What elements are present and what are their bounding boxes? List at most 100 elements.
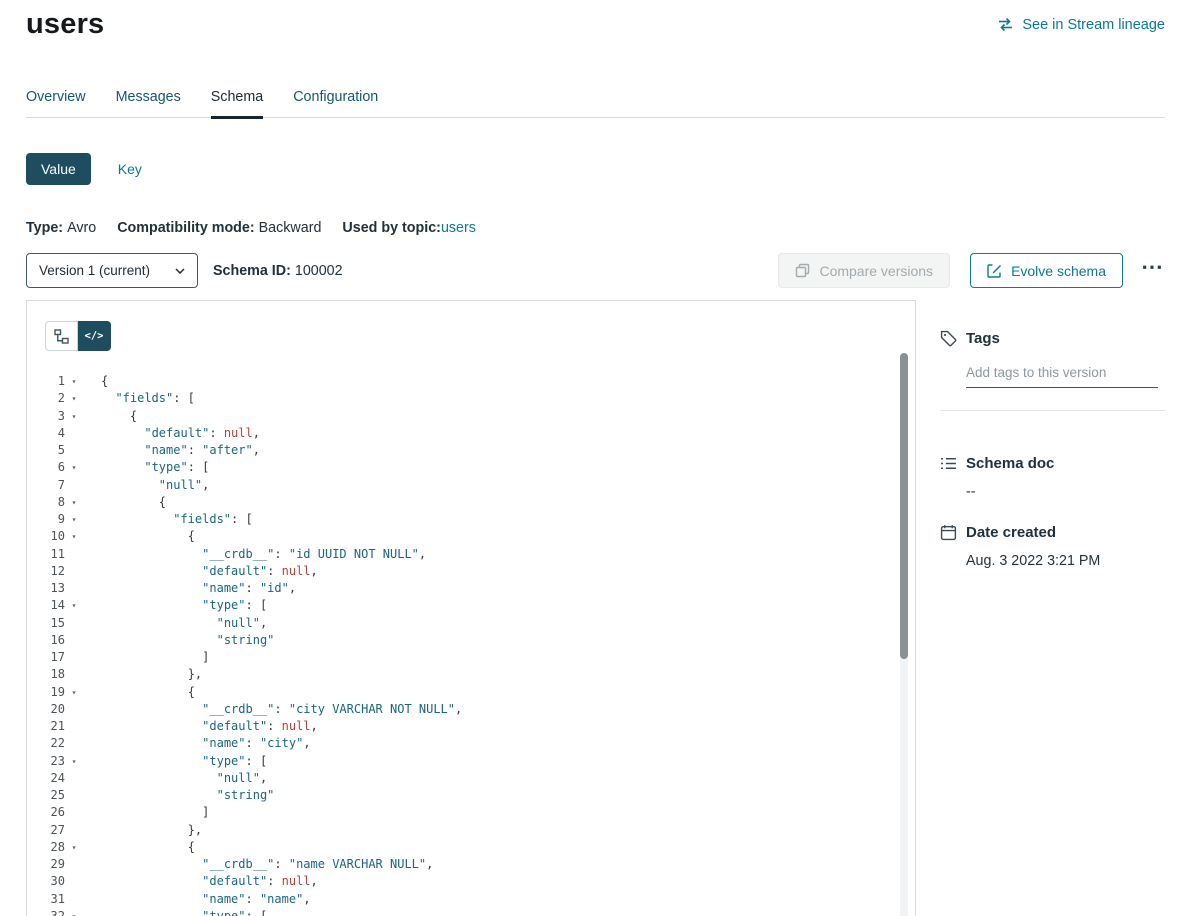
fold-toggle-icon[interactable]: ▾ bbox=[65, 459, 83, 476]
fold-spacer bbox=[65, 580, 83, 597]
code-line: 24 "null", bbox=[27, 770, 893, 787]
schema-page: users See in Stream lineage Overview Mess… bbox=[0, 0, 1189, 916]
line-number: 24 bbox=[27, 770, 65, 787]
date-created-header: Date created bbox=[940, 524, 1165, 541]
tab-messages[interactable]: Messages bbox=[116, 89, 181, 117]
used-by-topic-label: Used by topic: bbox=[342, 220, 441, 236]
editor-view-toggle: </> bbox=[45, 321, 111, 351]
code-line: 14▾"type": [ bbox=[27, 597, 893, 614]
code-line: 12"default": null, bbox=[27, 563, 893, 580]
code-line: 13"name": "id", bbox=[27, 580, 893, 597]
code-line: 1▾{ bbox=[27, 373, 893, 390]
main-content: </> 1▾{2▾"fields": [3▾{4"default": null,… bbox=[26, 300, 1165, 916]
type-value: Avro bbox=[67, 220, 96, 236]
value-key-toggle: Value Key bbox=[26, 153, 142, 185]
tree-view-button[interactable] bbox=[45, 321, 78, 351]
code-line: 20"__crdb__": "city VARCHAR NOT NULL", bbox=[27, 701, 893, 718]
code-text: ] bbox=[101, 649, 209, 666]
version-select-value: Version 1 (current) bbox=[39, 263, 150, 278]
tab-overview[interactable]: Overview bbox=[26, 89, 86, 117]
fold-spacer bbox=[65, 563, 83, 580]
value-toggle-button[interactable]: Value bbox=[26, 153, 91, 185]
fold-spacer bbox=[65, 735, 83, 752]
fold-spacer bbox=[65, 666, 83, 683]
fold-toggle-icon[interactable]: ▾ bbox=[65, 839, 83, 856]
date-created-title: Date created bbox=[966, 524, 1056, 541]
compare-versions-button[interactable]: Compare versions bbox=[778, 253, 950, 288]
code-text: "type": [ bbox=[101, 597, 267, 614]
fold-toggle-icon[interactable]: ▾ bbox=[65, 511, 83, 528]
code-line: 8▾{ bbox=[27, 494, 893, 511]
code-line: 26] bbox=[27, 804, 893, 821]
more-options-button[interactable]: ⋯ bbox=[1139, 256, 1165, 286]
list-icon bbox=[940, 455, 957, 472]
fold-toggle-icon[interactable]: ▾ bbox=[65, 684, 83, 701]
line-number: 9 bbox=[27, 511, 65, 528]
fold-spacer bbox=[65, 477, 83, 494]
code-text: "__crdb__": "id UUID NOT NULL", bbox=[101, 546, 426, 563]
fold-spacer bbox=[65, 649, 83, 666]
code-text: "null", bbox=[101, 770, 267, 787]
code-text: "string" bbox=[101, 787, 274, 804]
line-number: 21 bbox=[27, 718, 65, 735]
code-view-button[interactable]: </> bbox=[78, 321, 111, 351]
fold-toggle-icon[interactable]: ▾ bbox=[65, 753, 83, 770]
fold-spacer bbox=[65, 804, 83, 821]
fold-toggle-icon[interactable]: ▾ bbox=[65, 908, 83, 916]
tags-title: Tags bbox=[966, 330, 1000, 347]
code-line: 31"name": "name", bbox=[27, 891, 893, 908]
code-line: 19▾{ bbox=[27, 684, 893, 701]
code-line: 3▾{ bbox=[27, 408, 893, 425]
meta-topic: Used by topic:users bbox=[342, 220, 475, 236]
fold-toggle-icon[interactable]: ▾ bbox=[65, 408, 83, 425]
tab-schema[interactable]: Schema bbox=[211, 89, 263, 117]
code-line: 11"__crdb__": "id UUID NOT NULL", bbox=[27, 546, 893, 563]
line-number: 29 bbox=[27, 856, 65, 873]
fold-toggle-icon[interactable]: ▾ bbox=[65, 528, 83, 545]
code-line: 18}, bbox=[27, 666, 893, 683]
line-number: 20 bbox=[27, 701, 65, 718]
fold-toggle-icon[interactable]: ▾ bbox=[65, 373, 83, 390]
code-text: }, bbox=[101, 822, 202, 839]
code-text: { bbox=[101, 839, 195, 856]
schema-code[interactable]: 1▾{2▾"fields": [3▾{4"default": null,5"na… bbox=[27, 373, 893, 916]
fold-toggle-icon[interactable]: ▾ bbox=[65, 494, 83, 511]
editor-scrollbar[interactable] bbox=[900, 353, 908, 916]
code-text: { bbox=[101, 684, 195, 701]
stream-lineage-icon bbox=[997, 16, 1014, 33]
key-toggle-button[interactable]: Key bbox=[118, 161, 142, 177]
fold-spacer bbox=[65, 701, 83, 718]
fold-toggle-icon[interactable]: ▾ bbox=[65, 390, 83, 407]
code-text: "name": "id", bbox=[101, 580, 296, 597]
type-label: Type: bbox=[26, 220, 63, 236]
code-line: 5"name": "after", bbox=[27, 442, 893, 459]
code-text: "type": [ bbox=[101, 459, 209, 476]
evolve-schema-button[interactable]: Evolve schema bbox=[970, 253, 1123, 288]
fold-spacer bbox=[65, 873, 83, 890]
line-number: 5 bbox=[27, 442, 65, 459]
line-number: 31 bbox=[27, 891, 65, 908]
code-line: 10▾{ bbox=[27, 528, 893, 545]
fold-spacer bbox=[65, 770, 83, 787]
line-number: 26 bbox=[27, 804, 65, 821]
tab-bar: Overview Messages Schema Configuration bbox=[26, 89, 1165, 118]
schema-doc-value: -- bbox=[966, 484, 1165, 500]
line-number: 30 bbox=[27, 873, 65, 890]
code-line: 15"null", bbox=[27, 615, 893, 632]
line-number: 16 bbox=[27, 632, 65, 649]
topic-link[interactable]: users bbox=[441, 220, 476, 236]
editor-scrollbar-thumb[interactable] bbox=[900, 353, 908, 659]
add-tags-input[interactable] bbox=[966, 361, 1158, 388]
version-select[interactable]: Version 1 (current) bbox=[26, 253, 198, 288]
fold-spacer bbox=[65, 822, 83, 839]
code-text: "type": [ bbox=[101, 753, 267, 770]
code-text: "name": "city", bbox=[101, 735, 311, 752]
fold-toggle-icon[interactable]: ▾ bbox=[65, 597, 83, 614]
code-text: "default": null, bbox=[101, 563, 318, 580]
compatibility-label: Compatibility mode: bbox=[117, 220, 254, 236]
code-line: 7"null", bbox=[27, 477, 893, 494]
line-number: 8 bbox=[27, 494, 65, 511]
tab-configuration[interactable]: Configuration bbox=[293, 89, 378, 117]
compatibility-value: Backward bbox=[259, 220, 322, 236]
stream-lineage-link[interactable]: See in Stream lineage bbox=[997, 16, 1165, 33]
